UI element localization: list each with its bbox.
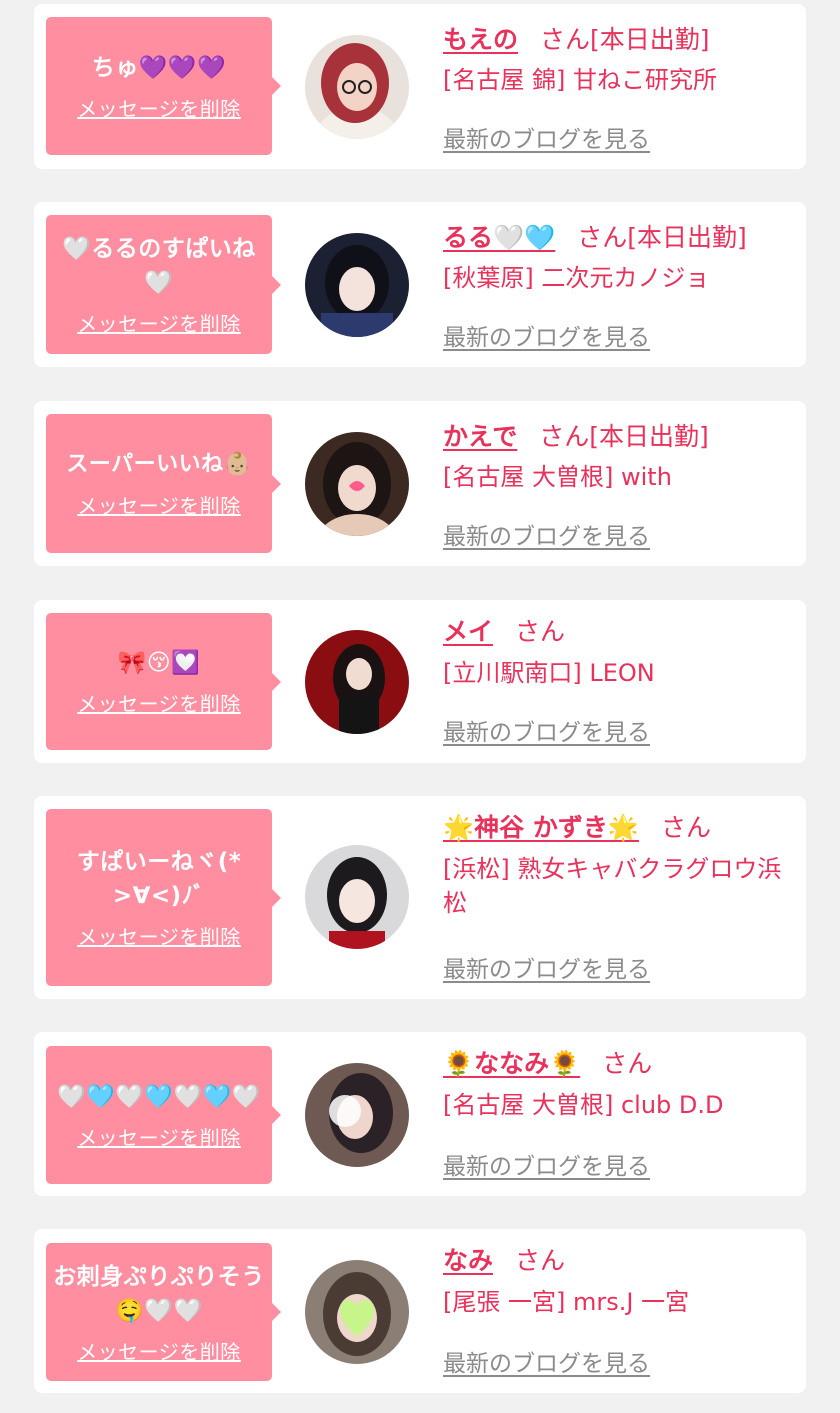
profile-info: もえの さん[本日出勤] [名古屋 錦] 甘ねこ研究所 (443, 20, 792, 97)
avatar[interactable] (305, 35, 409, 139)
shop-info: [浜松] 熟女キャバクラグロウ浜松 (443, 855, 782, 917)
cast-name-link[interactable]: るる🤍🩵 (443, 223, 555, 252)
message-text: 🤍🩵🤍🩵🤍🩵🤍 (57, 1083, 261, 1110)
avatar[interactable] (305, 845, 409, 949)
delete-message-link[interactable]: メッセージを削除 (77, 1122, 241, 1151)
name-line: 🌟神谷 かずき🌟 さん (443, 808, 792, 848)
message-bubble: すぱいーねヾ(*>∀<)ﾉﾞ メッセージを削除 (46, 809, 281, 986)
latest-blog-link[interactable]: 最新のブログを見る (443, 318, 650, 352)
cast-name-link[interactable]: かえで (443, 422, 517, 451)
latest-blog-link[interactable]: 最新のブログを見る (443, 120, 650, 154)
message-text: お刺身ぷりぷりそう🤤🤍🤍 (53, 1263, 265, 1324)
name-line: かえで さん[本日出勤] (443, 417, 792, 457)
avatar[interactable] (305, 1260, 409, 1364)
delete-message-link[interactable]: メッセージを削除 (77, 921, 241, 950)
shop-info: [秋葉原] 二次元カノジョ (443, 264, 710, 292)
cast-name-link[interactable]: 🌟神谷 かずき🌟 (443, 813, 639, 842)
name-line: るる🤍🩵 さん[本日出勤] (443, 218, 792, 258)
cast-name-link[interactable]: メイ (443, 617, 493, 646)
cast-name-link[interactable]: なみ (443, 1246, 493, 1275)
avatar[interactable] (305, 1063, 409, 1167)
message-bubble: ちゅ💜💜💜 メッセージを削除 (46, 17, 281, 155)
cast-name-link[interactable]: もえの (443, 25, 518, 54)
honorific: さん (660, 813, 711, 842)
profile-info: るる🤍🩵 さん[本日出勤] [秋葉原] 二次元カノジョ (443, 218, 792, 295)
message-text: すぱいーねヾ(*>∀<)ﾉﾞ (76, 849, 242, 909)
latest-blog-link[interactable]: 最新のブログを見る (443, 1147, 650, 1181)
message-card: スーパーいいね👶🏼 メッセージを削除 かえで さん[本日出勤] [名古屋 大曽根]… (34, 401, 806, 566)
honorific: さん (515, 617, 566, 646)
attendance-status: [本日出勤] (590, 25, 710, 54)
message-bubble: 🎀😚💟 メッセージを削除 (46, 613, 281, 750)
message-text: ちゅ💜💜💜 (91, 54, 227, 81)
avatar[interactable] (305, 630, 409, 734)
latest-blog-link[interactable]: 最新のブログを見る (443, 950, 650, 984)
shop-info: [名古屋 大曽根] with (443, 463, 672, 491)
profile-info: メイ さん [立川駅南口] LEON (443, 612, 792, 690)
delete-message-link[interactable]: メッセージを削除 (77, 688, 241, 717)
profile-info: 🌟神谷 かずき🌟 さん [浜松] 熟女キャバクラグロウ浜松 (443, 808, 792, 920)
message-card: ちゅ💜💜💜 メッセージを削除 もえの さん[本日出勤] [名古屋 錦] 甘ねこ研究… (34, 4, 806, 169)
profile-info: 🌻ななみ🌻 さん [名古屋 大曽根] club D.D (443, 1044, 792, 1122)
delete-message-link[interactable]: メッセージを削除 (77, 308, 241, 337)
shop-info: [立川駅南口] LEON (443, 659, 655, 687)
message-card: すぱいーねヾ(*>∀<)ﾉﾞ メッセージを削除 🌟神谷 かずき🌟 さん [浜松] … (34, 796, 806, 999)
message-card: 🤍🩵🤍🩵🤍🩵🤍 メッセージを削除 🌻ななみ🌻 さん [名古屋 大曽根] club … (34, 1032, 806, 1196)
delete-message-link[interactable]: メッセージを削除 (77, 93, 241, 122)
honorific: さん (515, 1246, 566, 1275)
message-card: 🤍るるのすぱいね🤍 メッセージを削除 るる🤍🩵 さん[本日出勤] [秋葉原] 二次… (34, 202, 806, 367)
delete-message-link[interactable]: メッセージを削除 (77, 490, 241, 519)
honorific: さん (540, 25, 591, 54)
profile-info: なみ さん [尾張 一宮] mrs.J 一宮 (443, 1241, 792, 1319)
message-bubble: 🤍🩵🤍🩵🤍🩵🤍 メッセージを削除 (46, 1046, 281, 1184)
attendance-status: [本日出勤] (589, 422, 709, 451)
cast-name-link[interactable]: 🌻ななみ🌻 (443, 1049, 580, 1078)
message-text: 🎀😚💟 (117, 650, 201, 676)
honorific: さん (577, 223, 628, 252)
honorific: さん (602, 1049, 653, 1078)
name-line: なみ さん (443, 1241, 792, 1281)
shop-info: [尾張 一宮] mrs.J 一宮 (443, 1288, 690, 1316)
avatar[interactable] (305, 432, 409, 536)
name-line: メイ さん (443, 612, 792, 652)
name-line: もえの さん[本日出勤] (443, 20, 792, 60)
shop-info: [名古屋 大曽根] club D.D (443, 1091, 724, 1119)
message-bubble: お刺身ぷりぷりそう🤤🤍🤍 メッセージを削除 (46, 1243, 281, 1381)
latest-blog-link[interactable]: 最新のブログを見る (443, 1344, 650, 1378)
name-line: 🌻ななみ🌻 さん (443, 1044, 792, 1084)
profile-info: かえで さん[本日出勤] [名古屋 大曽根] with (443, 417, 792, 494)
message-card: 🎀😚💟 メッセージを削除 メイ さん [立川駅南口] LEON 最新のブログを見る (34, 600, 806, 763)
attendance-status: [本日出勤] (627, 223, 747, 252)
message-bubble: 🤍るるのすぱいね🤍 メッセージを削除 (46, 215, 281, 354)
message-text: 🤍るるのすぱいね🤍 (62, 236, 256, 296)
latest-blog-link[interactable]: 最新のブログを見る (443, 713, 650, 747)
latest-blog-link[interactable]: 最新のブログを見る (443, 517, 650, 551)
honorific: さん (539, 422, 590, 451)
shop-info: [名古屋 錦] 甘ねこ研究所 (443, 66, 717, 94)
message-card: お刺身ぷりぷりそう🤤🤍🤍 メッセージを削除 なみ さん [尾張 一宮] mrs.J… (34, 1229, 806, 1393)
message-text: スーパーいいね👶🏼 (66, 452, 252, 477)
delete-message-link[interactable]: メッセージを削除 (77, 1336, 241, 1365)
message-bubble: スーパーいいね👶🏼 メッセージを削除 (46, 414, 281, 553)
avatar[interactable] (305, 233, 409, 337)
